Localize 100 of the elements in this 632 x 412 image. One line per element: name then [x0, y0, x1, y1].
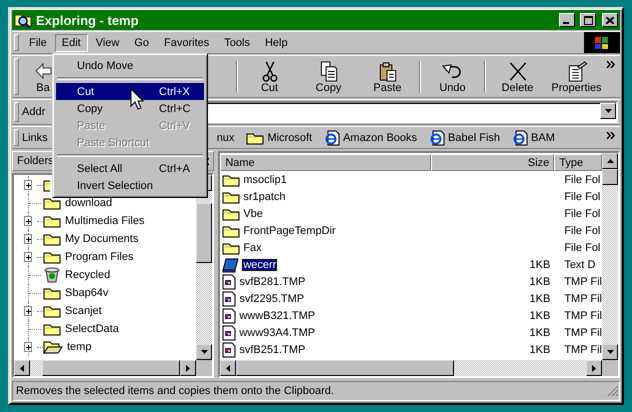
clipboard-icon [378, 60, 398, 82]
down-arrow-icon [200, 350, 208, 354]
scissors-icon [260, 60, 280, 82]
scroll-left-button[interactable] [220, 360, 236, 376]
toolbar-button[interactable]: Paste [358, 58, 417, 94]
file-type: File Fol [563, 190, 602, 202]
tree-item[interactable]: SelectData [65, 323, 119, 335]
plus-icon [26, 308, 30, 314]
menu-item[interactable]: Undo Move [56, 57, 204, 74]
chevron-icon[interactable] [606, 132, 616, 139]
close-icon [606, 16, 614, 24]
menu-item[interactable]: Go [127, 34, 156, 52]
scroll-thumb[interactable] [42, 360, 180, 376]
expand-box[interactable] [24, 342, 32, 352]
expand-box[interactable] [24, 234, 32, 244]
scroll-down-button[interactable] [602, 344, 618, 360]
minimize-button[interactable] [559, 13, 575, 27]
tree-item[interactable]: temp [67, 341, 92, 353]
close-button[interactable] [602, 13, 618, 27]
plus-icon [26, 182, 30, 188]
recycle-bin-icon [43, 267, 61, 283]
file-name[interactable]: Fax [242, 242, 263, 254]
horizontal-scrollbar[interactable] [14, 360, 196, 376]
document-icon [222, 290, 236, 306]
scroll-up-button[interactable] [602, 153, 618, 169]
column-header[interactable]: Name [220, 154, 432, 171]
scroll-thumb[interactable] [236, 360, 454, 376]
folder-icon [43, 196, 61, 210]
toolbar-button[interactable]: Copy [299, 58, 358, 94]
menu-item[interactable]: Invert Selection [56, 177, 204, 194]
link-button[interactable]: BAM [512, 130, 555, 146]
toolbar-button[interactable]: Properties [547, 58, 606, 94]
file-size: 1KB [528, 344, 552, 356]
file-name[interactable]: Vbe [242, 208, 264, 220]
chevron-icon[interactable] [606, 61, 616, 68]
tree-item[interactable]: Program Files [65, 251, 134, 263]
menu-item[interactable]: Select All Ctrl+A [56, 160, 204, 177]
copy-pages-icon [318, 60, 338, 82]
folder-icon [222, 240, 240, 254]
plus-icon [26, 344, 30, 350]
toolbar-button[interactable]: Ba [28, 58, 58, 94]
menu-item[interactable]: View [88, 34, 126, 52]
horizontal-scrollbar[interactable] [220, 360, 602, 376]
file-type: File Fol [563, 208, 602, 220]
toolbar-button[interactable]: Cut [240, 58, 299, 94]
vertical-scrollbar[interactable] [196, 175, 212, 360]
link-button[interactable]: Microsoft [246, 130, 312, 144]
link-button[interactable]: Amazon Books [324, 130, 418, 146]
menu-item[interactable]: Edit [54, 34, 88, 52]
menu-item[interactable]: Favorites [157, 34, 216, 52]
toolbar-button[interactable]: Delete [488, 58, 547, 94]
toolbar-button[interactable]: Undo [423, 58, 482, 94]
maximize-button[interactable] [580, 13, 596, 27]
open-folder-icon [43, 340, 63, 354]
scroll-thumb[interactable] [196, 203, 212, 263]
tree-item[interactable]: download [65, 197, 112, 209]
file-size: 1KB [528, 292, 552, 304]
scroll-right-button[interactable] [586, 360, 602, 376]
menu-item[interactable]: File [22, 34, 54, 52]
menu-item[interactable]: Copy Ctrl+C [56, 100, 204, 117]
expand-box[interactable] [24, 180, 32, 190]
scroll-down-button[interactable] [196, 344, 212, 360]
file-name[interactable]: wecerr [242, 258, 278, 270]
file-type: Text D [563, 258, 596, 270]
tree-item[interactable]: My Documents [65, 233, 138, 245]
file-name[interactable]: svf2295.TMP [238, 292, 306, 304]
menu-item[interactable]: Cut Ctrl+X [56, 83, 204, 100]
scrollbar-corner [602, 360, 618, 376]
file-name[interactable]: svfB251.TMP [238, 344, 306, 356]
document-icon [222, 274, 236, 290]
file-type: TMP Fil [563, 292, 602, 304]
column-header[interactable]: Type [554, 154, 602, 171]
file-name[interactable]: sr1patch [242, 190, 287, 202]
link-button[interactable]: Babel Fish [429, 130, 500, 146]
vertical-scrollbar[interactable] [602, 153, 618, 360]
file-name[interactable]: svfB281.TMP [238, 276, 306, 288]
tree-item[interactable]: Scanjet [65, 305, 102, 317]
expand-box[interactable] [24, 252, 32, 262]
link-button[interactable]: nux [216, 132, 234, 144]
menu-item[interactable]: Help [258, 34, 295, 52]
expand-box[interactable] [24, 306, 32, 316]
dropdown-button[interactable] [600, 103, 616, 119]
menu-item[interactable]: Tools [217, 34, 257, 52]
tree-item[interactable]: Recycled [65, 269, 110, 281]
file-size: 1KB [528, 326, 552, 338]
file-name[interactable]: msoclip1 [242, 174, 288, 186]
file-name[interactable]: www93A4.TMP [238, 326, 316, 338]
pane-title: Folders [17, 155, 54, 167]
expand-box[interactable] [24, 216, 32, 226]
scroll-left-button[interactable] [14, 360, 30, 376]
file-name[interactable]: wwwB321.TMP [238, 310, 316, 322]
tree-item[interactable]: Multimedia Files [65, 215, 144, 227]
tree-item[interactable]: Sbap64v [65, 287, 108, 299]
scroll-right-button[interactable] [180, 360, 196, 376]
back-arrow-icon [33, 60, 53, 80]
scroll-thumb[interactable] [602, 169, 618, 185]
file-size: 1KB [528, 310, 552, 322]
column-header[interactable]: Size [431, 154, 554, 171]
plus-icon [26, 218, 30, 224]
file-name[interactable]: FrontPageTempDir [242, 224, 337, 236]
